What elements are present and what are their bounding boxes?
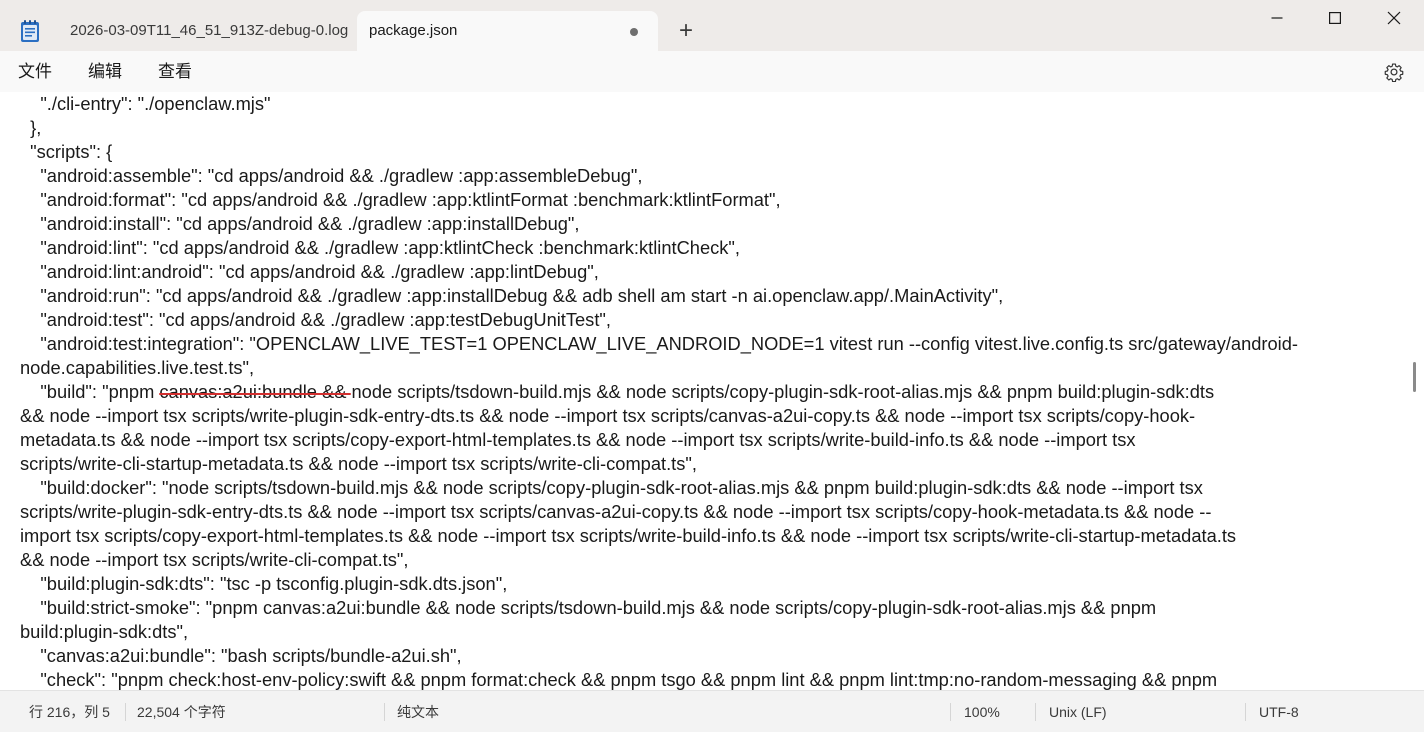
new-tab-button[interactable]: + <box>670 17 702 47</box>
editor-line: "build:strict-smoke": "pnpm canvas:a2ui:… <box>20 597 1157 618</box>
build-line-start: "build": "pnpm <box>20 381 160 402</box>
maximize-button[interactable] <box>1306 0 1364 36</box>
title-bar: 2026-03-09T11_46_51_913Z-debug-0.log pac… <box>0 0 1424 51</box>
gear-icon[interactable] <box>1384 62 1404 82</box>
editor-line: "check": "pnpm check:host-env-policy:swi… <box>20 669 1218 690</box>
divider <box>125 703 126 721</box>
zoom-level: 100% <box>964 704 1000 720</box>
maximize-icon <box>1329 12 1341 24</box>
editor-line: scripts/write-cli-startup-metadata.ts &&… <box>20 453 697 474</box>
spell-error-strike: canvas:a2ui:bundle && <box>159 381 352 402</box>
menu-edit[interactable]: 编辑 <box>88 51 122 92</box>
editor-line: "android:lint:android": "cd apps/android… <box>20 261 599 282</box>
text-format: 纯文本 <box>397 704 439 720</box>
editor-line: "android:install": "cd apps/android && .… <box>20 213 580 234</box>
editor-line: metadata.ts && node --import tsx scripts… <box>20 429 1136 450</box>
editor-line: "canvas:a2ui:bundle": "bash scripts/bund… <box>20 645 462 666</box>
editor-line: && node --import tsx scripts/write-plugi… <box>20 405 1196 426</box>
editor-line: build:plugin-sdk:dts", <box>20 621 189 642</box>
tab-package-json[interactable]: package.json <box>357 11 658 51</box>
status-bar: 行 216，列 5 22,504 个字符 纯文本 100% Unix (LF) … <box>0 690 1424 732</box>
editor-line: "android:format": "cd apps/android && ./… <box>20 189 781 210</box>
editor-line: "android:run": "cd apps/android && ./gra… <box>20 285 1004 306</box>
editor-line: scripts/write-plugin-sdk-entry-dts.ts &&… <box>20 501 1212 522</box>
tab-debug-log[interactable]: 2026-03-09T11_46_51_913Z-debug-0.log <box>58 11 353 51</box>
tab-label: 2026-03-09T11_46_51_913Z-debug-0.log <box>70 22 349 39</box>
cursor-position: 行 216，列 5 <box>29 704 110 720</box>
minimize-button[interactable] <box>1248 0 1306 36</box>
editor-line: }, <box>20 117 42 138</box>
editor-line: "android:test:integration": "OPENCLAW_LI… <box>20 333 1298 354</box>
editor-line: "android:assemble": "cd apps/android && … <box>20 165 643 186</box>
editor-line: "android:test": "cd apps/android && ./gr… <box>20 309 611 330</box>
notepad-icon <box>21 20 39 42</box>
tab-label: package.json <box>369 22 458 39</box>
editor-line: "build:plugin-sdk:dts": "tsc -p tsconfig… <box>20 573 508 594</box>
editor-line: import tsx scripts/copy-export-html-temp… <box>20 525 1237 546</box>
build-line-rest: node scripts/tsdown-build.mjs && node sc… <box>351 381 1215 402</box>
editor-line: node.capabilities.live.test.ts", <box>20 357 255 378</box>
close-button[interactable] <box>1365 0 1423 36</box>
divider <box>1035 703 1036 721</box>
editor-line-build: "build": "pnpm canvas:a2ui:bundle && nod… <box>20 380 1405 404</box>
minimize-icon <box>1271 17 1283 19</box>
encoding: UTF-8 <box>1259 704 1299 720</box>
editor-line: "scripts": { <box>20 141 113 162</box>
menu-bar: 文件 编辑 查看 <box>0 51 1424 93</box>
divider <box>950 703 951 721</box>
editor-line: "./cli-entry": "./openclaw.mjs" <box>20 93 271 114</box>
char-count: 22,504 个字符 <box>137 704 226 720</box>
close-icon <box>1387 11 1401 25</box>
menu-view[interactable]: 查看 <box>158 51 192 92</box>
text-editor[interactable]: "./cli-entry": "./openclaw.mjs" }, "scri… <box>0 92 1410 690</box>
editor-line: "android:lint": "cd apps/android && ./gr… <box>20 237 740 258</box>
divider <box>1245 703 1246 721</box>
editor-line: && node --import tsx scripts/write-cli-c… <box>20 549 409 570</box>
scrollbar-thumb[interactable] <box>1413 362 1416 392</box>
editor-line: "build:docker": "node scripts/tsdown-bui… <box>20 477 1203 498</box>
unsaved-dot-icon[interactable] <box>630 28 638 36</box>
menu-file[interactable]: 文件 <box>18 51 52 92</box>
line-ending: Unix (LF) <box>1049 704 1107 720</box>
divider <box>384 703 385 721</box>
